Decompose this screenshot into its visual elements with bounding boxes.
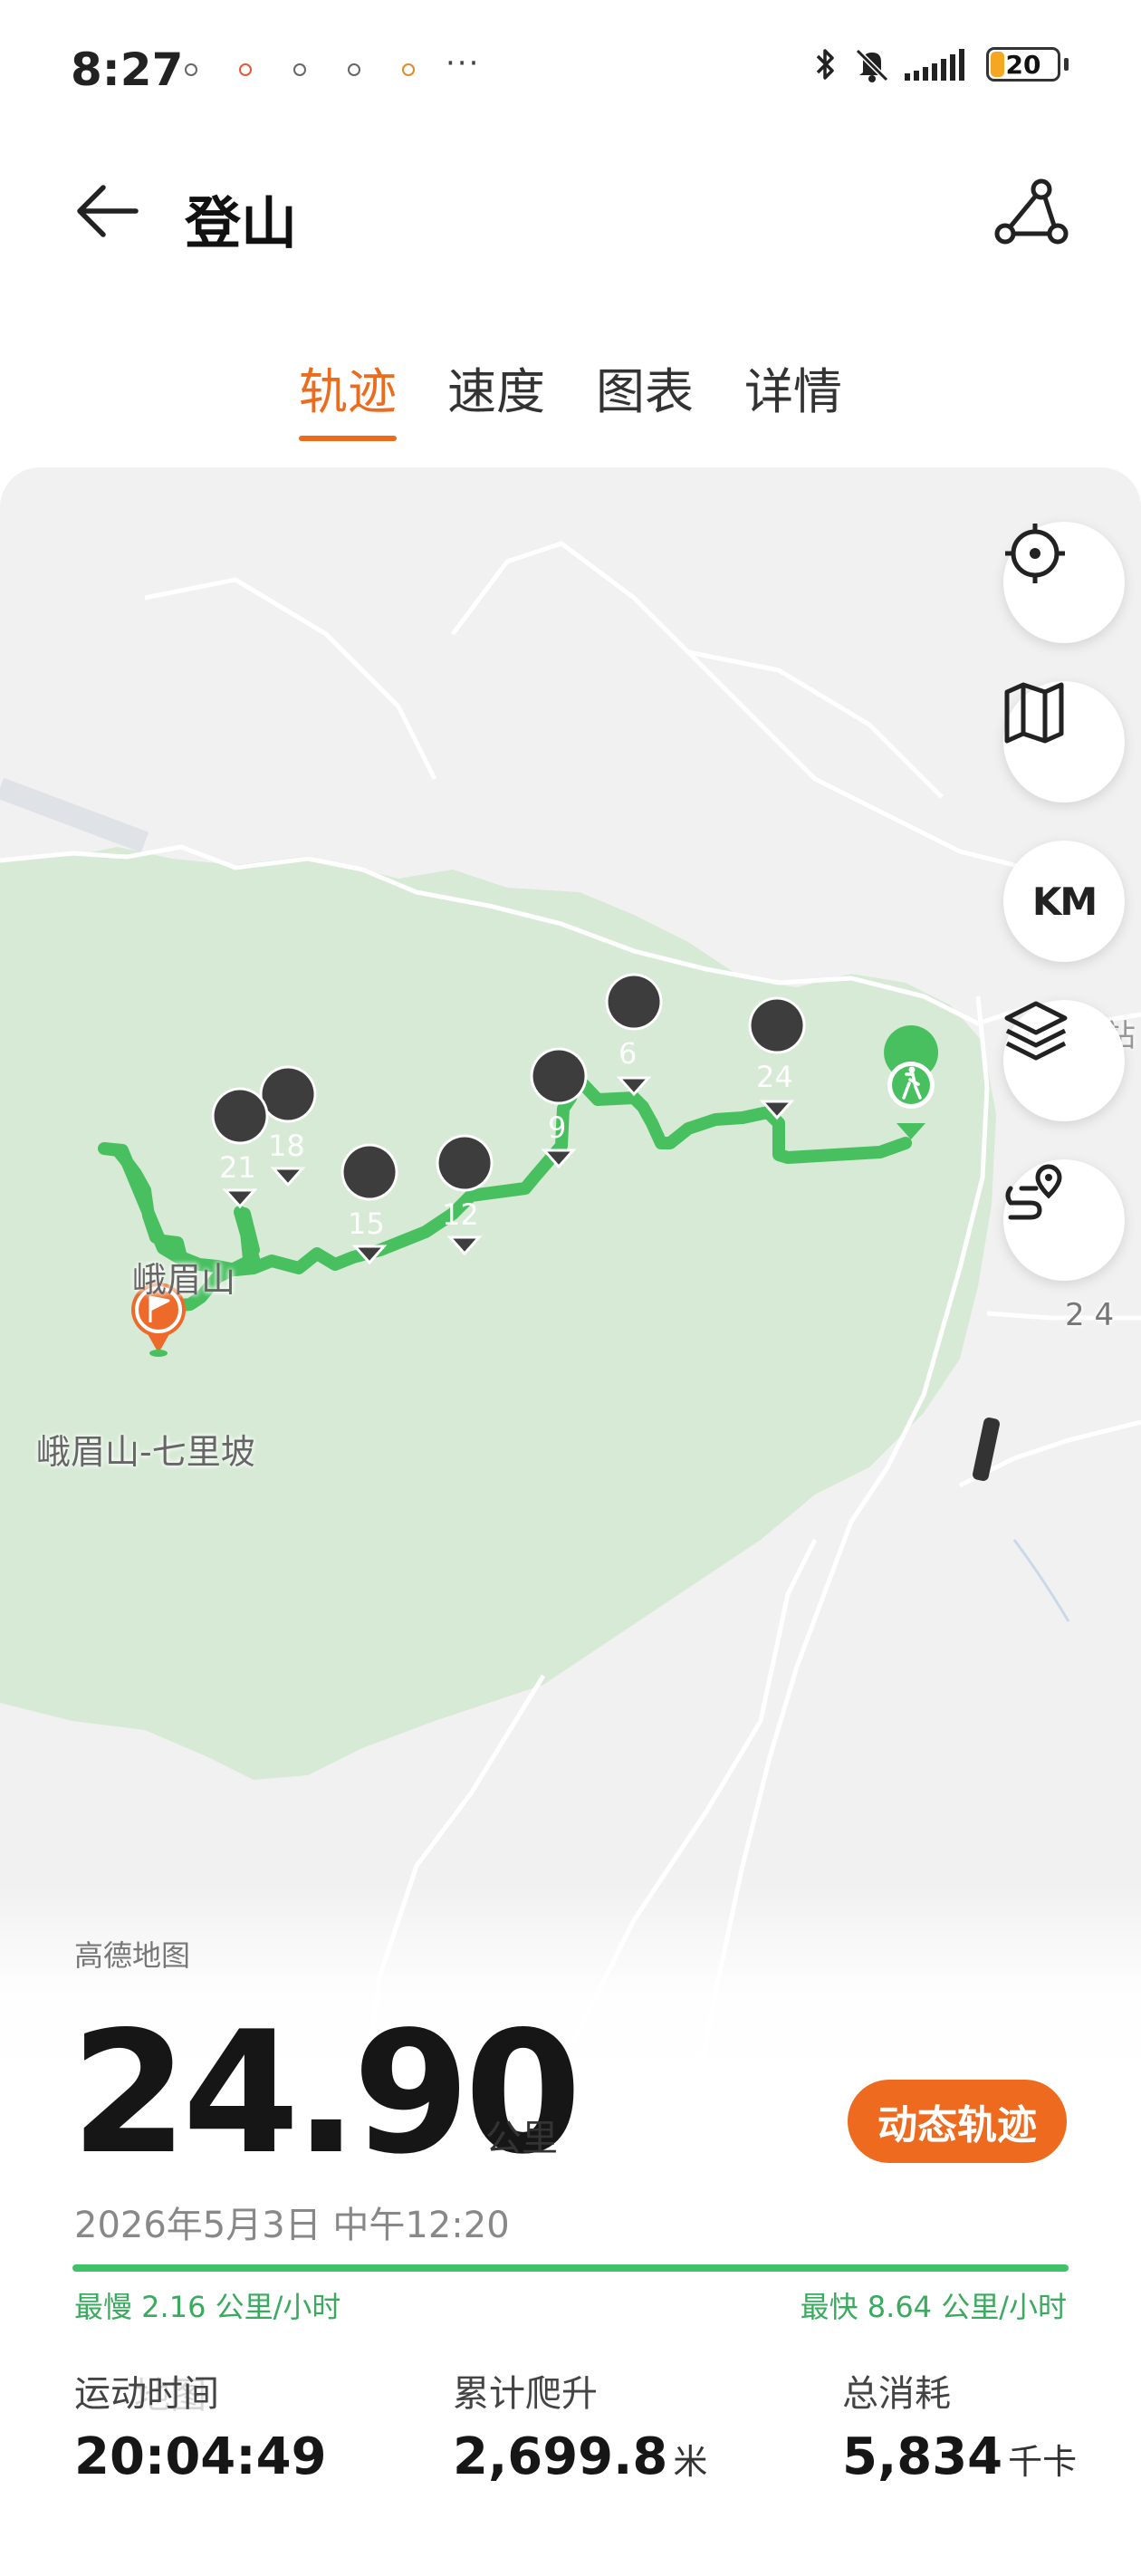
- notification-icon: [239, 63, 252, 76]
- route-button[interactable]: [1003, 1159, 1125, 1281]
- notification-icon: [293, 63, 306, 76]
- route-share-icon: [994, 178, 1069, 245]
- km-marker-18: 18: [268, 1129, 305, 1163]
- km-marker-24: 24: [756, 1060, 793, 1094]
- stat-unit: 千卡: [1008, 2442, 1078, 2482]
- tab-details[interactable]: 详情: [744, 351, 842, 441]
- stat-elevation-gain: 累计爬升 2,699.8 米: [453, 2364, 707, 2486]
- stat-label: 总消耗: [842, 2373, 951, 2415]
- mute-icon: [855, 48, 889, 82]
- route-pin-icon: [1005, 1164, 1062, 1220]
- km-marker-12: 12: [442, 1197, 479, 1232]
- map-label-mountain: 峨眉山: [132, 1260, 236, 1300]
- speed-min: 最慢 2.16 公里/小时: [74, 2290, 341, 2324]
- stat-calories: 总消耗 5,834 千卡: [842, 2364, 1077, 2486]
- notification-icon: [348, 63, 360, 76]
- map-icon: [1004, 682, 1064, 744]
- tab-speed[interactable]: 速度: [447, 351, 545, 441]
- battery-level: 20: [1005, 49, 1041, 80]
- arrow-left-icon: [77, 185, 139, 237]
- signal-icon: [905, 49, 964, 81]
- stat-label: 运动时间: [74, 2373, 219, 2415]
- stat-unit: 米: [673, 2442, 708, 2482]
- page-title: 登山: [185, 190, 298, 256]
- status-icons: 20: [812, 45, 1069, 83]
- distance-unit: 公里: [485, 2118, 558, 2159]
- stat-value: 20:04:49: [74, 2427, 327, 2486]
- speed-range-bar: [72, 2264, 1069, 2272]
- bluetooth-icon: [816, 49, 834, 80]
- stat-value: 5,834: [842, 2427, 1003, 2486]
- stat-label: 累计爬升: [453, 2373, 598, 2415]
- route-share-button[interactable]: [994, 178, 1069, 246]
- stat-value: 2,699.8: [453, 2427, 668, 2486]
- map-label-edge-digits: 2 4: [1065, 1297, 1115, 1333]
- activity-datetime: 2026年5月3日 中午12:20: [74, 2205, 510, 2246]
- layers-button[interactable]: [1003, 1000, 1125, 1121]
- battery-icon: 20: [986, 47, 1060, 82]
- km-marker-9: 9: [548, 1110, 567, 1145]
- map-provider: 高德地图: [74, 1938, 191, 1973]
- locate-button[interactable]: [1003, 522, 1125, 643]
- more-notifications-icon: ···: [446, 45, 481, 82]
- animate-track-button[interactable]: 动态轨迹: [848, 2080, 1067, 2163]
- km-marker-21: 21: [219, 1150, 256, 1185]
- target-icon: [1005, 524, 1065, 583]
- km-marker-15: 15: [348, 1206, 385, 1241]
- notification-icon: [185, 63, 197, 76]
- km-toggle-button[interactable]: KM: [1003, 841, 1125, 962]
- km-marker-6: 6: [618, 1036, 638, 1071]
- layers-icon: [1004, 1001, 1068, 1061]
- tab-chart[interactable]: 图表: [596, 351, 694, 441]
- stat-duration: 运动时间 20:04:49: [74, 2364, 327, 2486]
- map-type-button[interactable]: [1003, 681, 1125, 803]
- tab-track[interactable]: 轨迹: [299, 351, 397, 441]
- speed-max: 最快 8.64 公里/小时: [800, 2290, 1067, 2324]
- status-time: 8:27: [71, 43, 184, 96]
- km-toggle-label: KM: [1031, 879, 1098, 924]
- river: [0, 777, 149, 853]
- tab-bar: 轨迹 速度 图表 详情: [0, 351, 1141, 441]
- map-label-place: 峨眉山-七里坡: [36, 1432, 255, 1472]
- back-button[interactable]: [72, 179, 145, 243]
- notification-icon: [402, 63, 415, 76]
